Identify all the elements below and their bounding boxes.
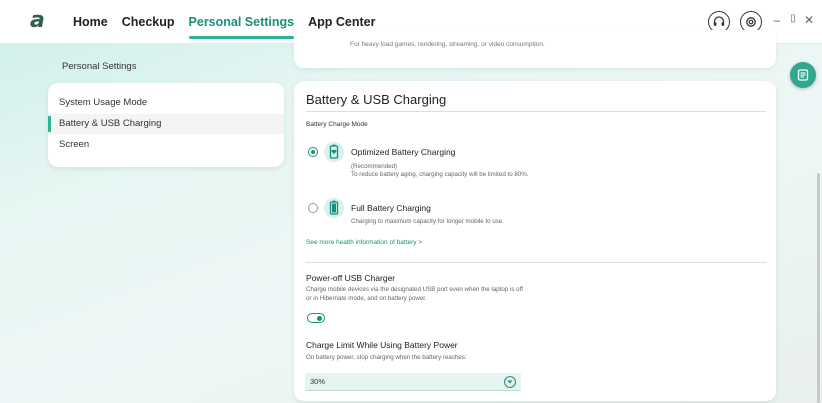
option-desc-optimized: To reduce battery aging, charging capaci…: [351, 171, 529, 178]
battery-health-link[interactable]: See more health information of battery >: [306, 239, 422, 246]
restore-button[interactable]: ▯: [786, 13, 800, 24]
mode-description: For heavy load games, rendering, streami…: [350, 41, 545, 48]
notes-fab[interactable]: [790, 62, 816, 88]
divider: [306, 111, 766, 112]
divider: [306, 262, 766, 263]
option-title-full: Full Battery Charging: [351, 203, 431, 213]
radio-optimized-charging[interactable]: [308, 147, 318, 157]
usb-charger-desc-2: or in Hibernate mode, and on battery pow…: [306, 295, 427, 302]
nav-personal-settings[interactable]: Personal Settings: [182, 0, 302, 44]
nav-checkup[interactable]: Checkup: [115, 0, 182, 44]
nav-home[interactable]: Home: [66, 0, 115, 44]
sidebar-title: Personal Settings: [62, 61, 137, 72]
usb-charger-title: Power-off USB Charger: [306, 273, 396, 283]
option-desc-full: Charging to maximum capacity for longer …: [351, 218, 505, 225]
usb-charger-toggle[interactable]: [307, 313, 325, 323]
card-title: Battery & USB Charging: [306, 92, 447, 107]
radio-full-charging[interactable]: [308, 203, 318, 213]
charge-limit-select[interactable]: 30%: [305, 373, 521, 391]
charge-limit-title: Charge Limit While Using Battery Power: [306, 340, 458, 350]
battery-full-icon: [324, 198, 344, 218]
charge-limit-value: 30%: [310, 377, 326, 386]
sidebar-item-screen[interactable]: Screen: [48, 135, 284, 155]
notes-icon: [797, 69, 809, 81]
heart-battery-icon: [324, 142, 344, 162]
usb-charger-desc: Charge mobile devices via the designated…: [306, 286, 523, 293]
system-usage-card-partial: For heavy load games, rendering, streami…: [294, 30, 776, 68]
scrollbar[interactable]: [817, 173, 820, 403]
close-button[interactable]: ✕: [802, 13, 816, 27]
sidebar-item-battery-usb-charging[interactable]: Battery & USB Charging: [48, 114, 284, 134]
sidebar-item-system-usage-mode[interactable]: System Usage Mode: [48, 93, 284, 113]
app-logo: a: [30, 8, 45, 33]
charge-mode-label: Battery Charge Mode: [306, 121, 368, 128]
option-title-optimized: Optimized Battery Charging: [351, 147, 456, 157]
charge-limit-desc: On battery power, stop charging when the…: [306, 354, 467, 361]
chevron-down-icon: [504, 376, 516, 388]
toggle-knob: [317, 315, 322, 321]
minimize-button[interactable]: –: [770, 13, 784, 27]
sidebar-card: System Usage Mode Battery & USB Charging…: [48, 83, 284, 167]
battery-usb-card: Battery & USB Charging Battery Charge Mo…: [294, 81, 776, 401]
